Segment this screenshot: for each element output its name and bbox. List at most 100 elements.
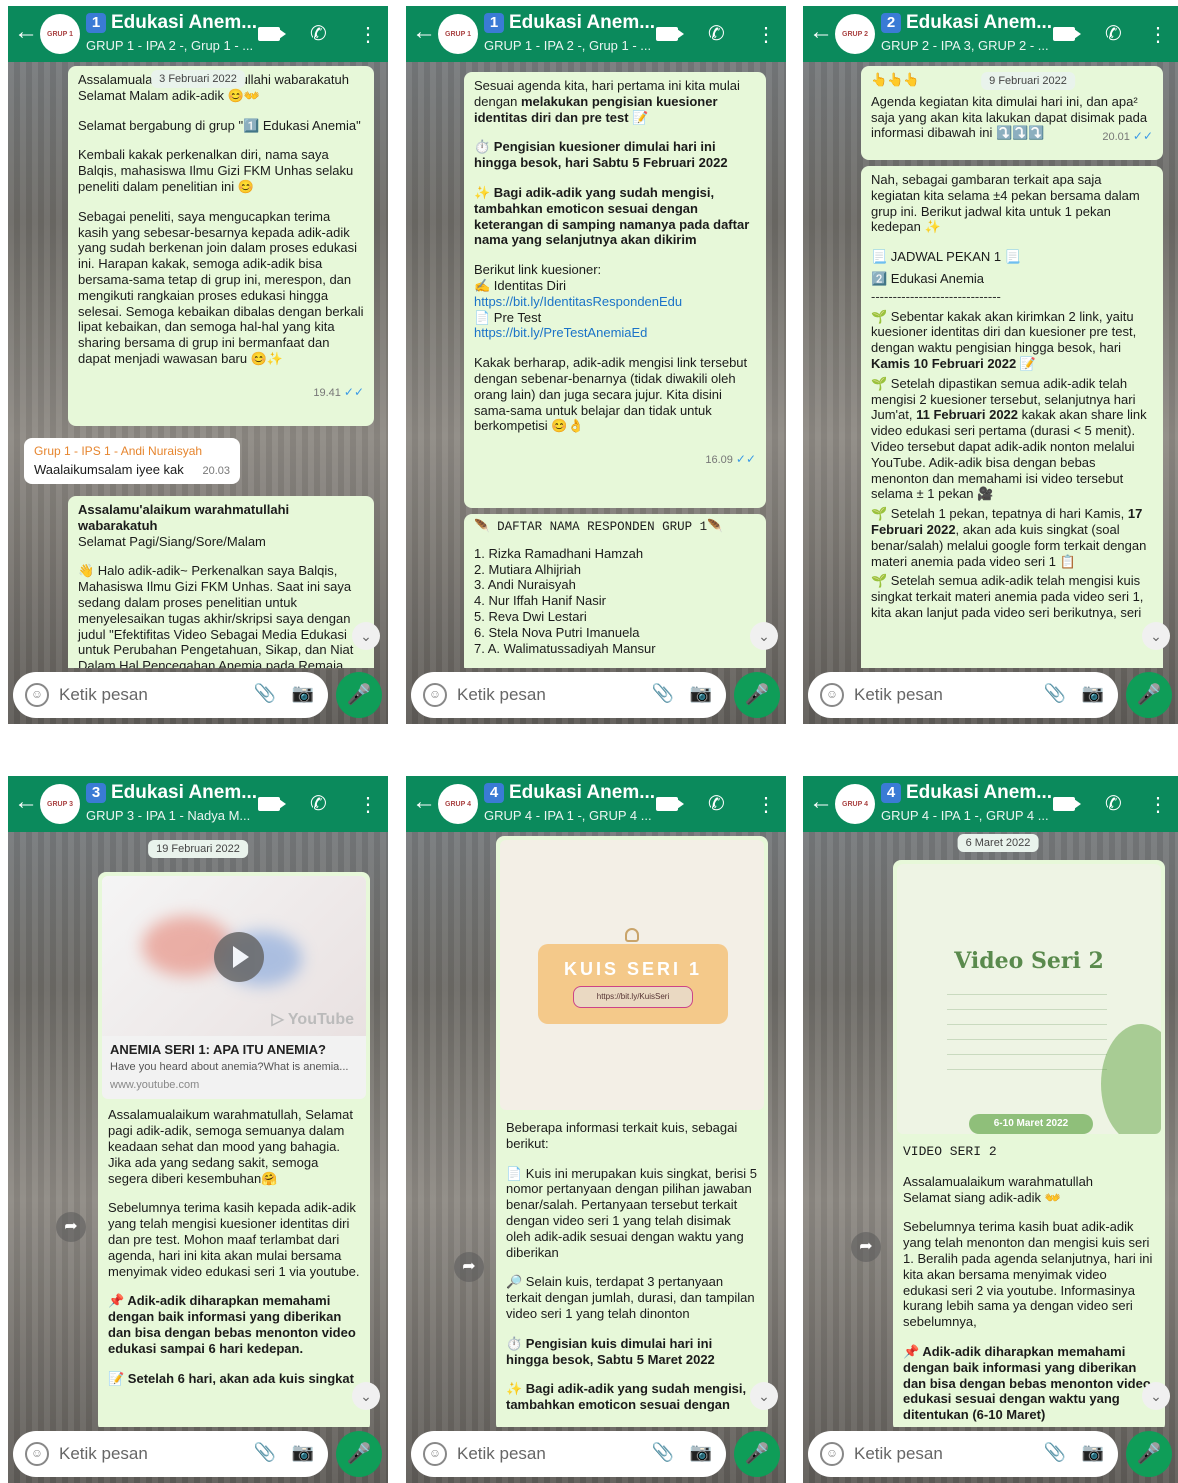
chat-title[interactable]: 3 Edukasi Anem... <box>86 782 258 804</box>
attach-icon[interactable]: 📎 <box>254 1442 276 1463</box>
more-options-icon[interactable]: ⋮ <box>358 792 378 817</box>
mic-button[interactable]: 🎤 <box>336 672 382 718</box>
message-bubble[interactable]: Assalamualaikum warahmatullahi wabarakat… <box>68 66 374 426</box>
quiz-image[interactable]: KUIS SERI 1 https://bit.ly/KuisSeri <box>500 840 764 1110</box>
chat-title[interactable]: 2 Edukasi Anem... <box>881 12 1053 34</box>
camera-icon[interactable]: 📷 <box>1082 683 1104 704</box>
video-thumbnail[interactable]: ▷ YouTube <box>102 876 366 1036</box>
more-options-icon[interactable]: ⋮ <box>756 792 776 817</box>
phone-call-icon[interactable]: ✆ <box>708 791 725 816</box>
message-bubble[interactable]: 🪶 DAFTAR NAMA RESPONDEN GRUP 1🪶 1. Rizka… <box>464 514 766 668</box>
message-bubble[interactable]: ▷ YouTube ANEMIA SERI 1: APA ITU ANEMIA?… <box>98 872 370 1427</box>
forward-icon[interactable]: ➦ <box>851 1232 881 1262</box>
group-avatar[interactable]: GRUP 4 <box>835 784 875 824</box>
emoji-icon[interactable]: ☺ <box>423 683 447 707</box>
phone-call-icon[interactable]: ✆ <box>1105 21 1122 46</box>
group-avatar[interactable]: GRUP 2 <box>835 14 875 54</box>
message-list[interactable]: 3 Februari 2022 Assalamualaikum warahmat… <box>8 62 388 668</box>
camera-icon[interactable]: 📷 <box>1082 1442 1104 1463</box>
scroll-down-icon[interactable]: ⌄ <box>1142 1382 1170 1410</box>
phone-call-icon[interactable]: ✆ <box>1105 791 1122 816</box>
more-options-icon[interactable]: ⋮ <box>358 22 378 47</box>
chat-title[interactable]: 4 Edukasi Anem... <box>484 782 656 804</box>
forward-icon[interactable]: ➦ <box>56 1212 86 1242</box>
message-text: VIDEO SERI 2 <box>903 1144 997 1159</box>
message-list[interactable]: ➦ KUIS SERI 1 https://bit.ly/KuisSeri Be… <box>406 832 786 1427</box>
message-text: Selamat siang adik-adik 👐 <box>903 1189 1061 1205</box>
mic-button[interactable]: 🎤 <box>734 672 780 718</box>
group-avatar[interactable]: GRUP 1 <box>438 14 478 54</box>
emoji-icon[interactable]: ☺ <box>820 1442 844 1466</box>
message-list[interactable]: 6 Maret 2022 ➦ Video Seri 2 6-10 Maret 2… <box>803 832 1178 1427</box>
attach-icon[interactable]: 📎 <box>1044 683 1066 704</box>
play-icon[interactable] <box>214 932 264 982</box>
camera-icon[interactable]: 📷 <box>690 683 712 704</box>
scroll-down-icon[interactable]: ⌄ <box>750 1382 778 1410</box>
attach-icon[interactable]: 📎 <box>652 683 674 704</box>
back-arrow-icon[interactable]: ← <box>809 790 833 814</box>
video-call-icon[interactable] <box>1053 797 1081 811</box>
mic-button[interactable]: 🎤 <box>336 1431 382 1477</box>
video-call-icon[interactable] <box>656 797 684 811</box>
camera-icon[interactable]: 📷 <box>292 683 314 704</box>
message-bubble[interactable]: Nah, sebagai gambaran terkait apa saja k… <box>861 166 1163 668</box>
group-avatar[interactable]: GRUP 3 <box>40 784 80 824</box>
group-avatar[interactable]: GRUP 1 <box>40 14 80 54</box>
emoji-icon[interactable]: ☺ <box>25 683 49 707</box>
message-input[interactable]: ☺ Ketik pesan 📎 📷 <box>13 1431 328 1477</box>
mic-button[interactable]: 🎤 <box>1126 672 1172 718</box>
phone-call-icon[interactable]: ✆ <box>310 21 327 46</box>
chat-title[interactable]: 1 Edukasi Anem... <box>484 12 656 34</box>
phone-call-icon[interactable]: ✆ <box>708 21 725 46</box>
attach-icon[interactable]: 📎 <box>254 683 276 704</box>
chat-title[interactable]: 4 Edukasi Anem... <box>881 782 1053 804</box>
scroll-down-icon[interactable]: ⌄ <box>750 622 778 650</box>
message-input[interactable]: ☺ Ketik pesan 📎 📷 <box>411 1431 726 1477</box>
chat-title[interactable]: 1 Edukasi Anem... <box>86 12 258 34</box>
video-call-icon[interactable] <box>1053 27 1081 41</box>
back-arrow-icon[interactable]: ← <box>809 20 833 44</box>
camera-icon[interactable]: 📷 <box>292 1442 314 1463</box>
message-input[interactable]: ☺ Ketik pesan 📎 📷 <box>411 672 726 718</box>
message-list[interactable]: 19 Februari 2022 ➦ ▷ YouTube ANEMIA SERI… <box>8 832 388 1427</box>
camera-icon[interactable]: 📷 <box>690 1442 712 1463</box>
message-bubble[interactable]: Video Seri 2 6-10 Maret 2022 VIDEO SERI … <box>893 860 1165 1427</box>
message-list[interactable]: Sesuai agenda kita, hari pertama ini kit… <box>406 62 786 668</box>
video-call-icon[interactable] <box>656 27 684 41</box>
incoming-message-bubble[interactable]: Grup 1 - IPS 1 - Andi Nuraisyah Waalaiku… <box>24 438 240 484</box>
emoji-icon[interactable]: ☺ <box>25 1442 49 1466</box>
link-identitas[interactable]: https://bit.ly/IdentitasRespondenEdu <box>474 294 682 309</box>
emoji-icon[interactable]: ☺ <box>423 1442 447 1466</box>
mic-button[interactable]: 🎤 <box>1126 1431 1172 1477</box>
video-series-image[interactable]: Video Seri 2 6-10 Maret 2022 <box>897 864 1161 1134</box>
input-placeholder: Ketik pesan <box>457 685 546 704</box>
attach-icon[interactable]: 📎 <box>652 1442 674 1463</box>
message-input[interactable]: ☺ Ketik pesan 📎 📷 <box>808 672 1118 718</box>
more-options-icon[interactable]: ⋮ <box>1148 22 1168 47</box>
scroll-down-icon[interactable]: ⌄ <box>352 1382 380 1410</box>
video-call-icon[interactable] <box>258 27 286 41</box>
back-arrow-icon[interactable]: ← <box>14 20 38 44</box>
back-arrow-icon[interactable]: ← <box>412 790 436 814</box>
youtube-preview[interactable]: ▷ YouTube ANEMIA SERI 1: APA ITU ANEMIA?… <box>102 876 366 1100</box>
more-options-icon[interactable]: ⋮ <box>1148 792 1168 817</box>
emoji-icon[interactable]: ☺ <box>820 683 844 707</box>
message-input[interactable]: ☺ Ketik pesan 📎 📷 <box>808 1431 1118 1477</box>
back-arrow-icon[interactable]: ← <box>412 20 436 44</box>
message-input[interactable]: ☺ Ketik pesan 📎 📷 <box>13 672 328 718</box>
forward-icon[interactable]: ➦ <box>454 1252 484 1282</box>
back-arrow-icon[interactable]: ← <box>14 790 38 814</box>
message-list[interactable]: 👆👆👆 Agenda kegiatan kita dimulai hari in… <box>803 62 1178 668</box>
scroll-down-icon[interactable]: ⌄ <box>1142 622 1170 650</box>
message-bubble[interactable]: Sesuai agenda kita, hari pertama ini kit… <box>464 72 766 508</box>
attach-icon[interactable]: 📎 <box>1044 1442 1066 1463</box>
phone-call-icon[interactable]: ✆ <box>310 791 327 816</box>
link-pretest[interactable]: https://bit.ly/PreTestAnemiaEd <box>474 325 647 340</box>
scroll-down-icon[interactable]: ⌄ <box>352 622 380 650</box>
video-call-icon[interactable] <box>258 797 286 811</box>
message-bubble[interactable]: Assalamu'alaikum warahmatullahi wabaraka… <box>68 496 374 668</box>
group-avatar[interactable]: GRUP 4 <box>438 784 478 824</box>
mic-button[interactable]: 🎤 <box>734 1431 780 1477</box>
message-bubble[interactable]: KUIS SERI 1 https://bit.ly/KuisSeri Bebe… <box>496 836 768 1427</box>
more-options-icon[interactable]: ⋮ <box>756 22 776 47</box>
